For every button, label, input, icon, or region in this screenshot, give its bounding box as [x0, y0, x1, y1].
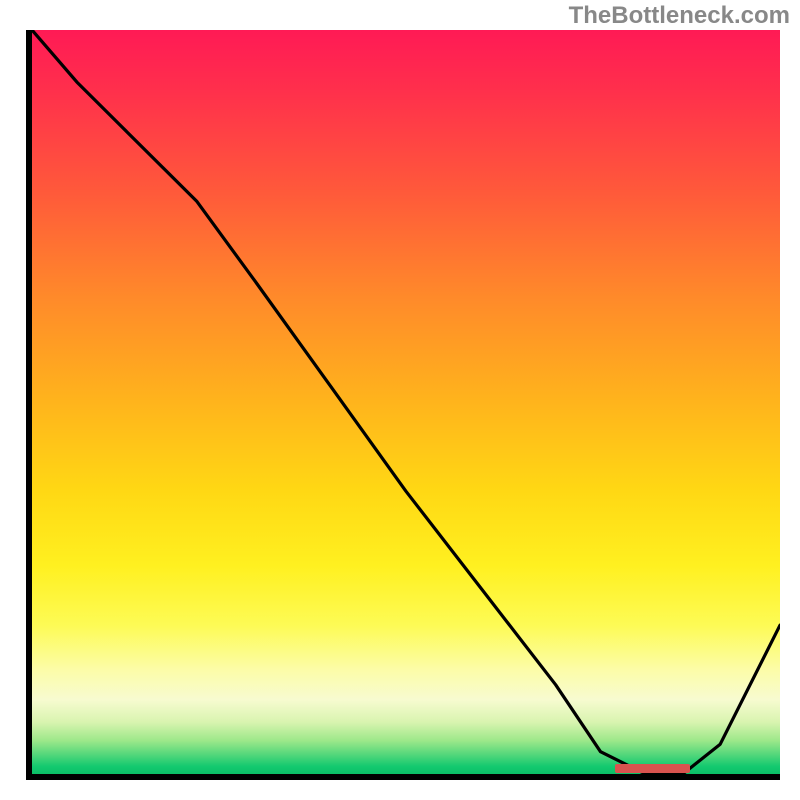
- bottleneck-curve: [32, 30, 780, 774]
- bottleneck-curve-line: [32, 30, 780, 774]
- plot-area: [26, 30, 780, 780]
- chart-stage: TheBottleneck.com: [0, 0, 800, 800]
- watermark-text: TheBottleneck.com: [569, 2, 790, 30]
- optimal-range-marker: [615, 764, 690, 773]
